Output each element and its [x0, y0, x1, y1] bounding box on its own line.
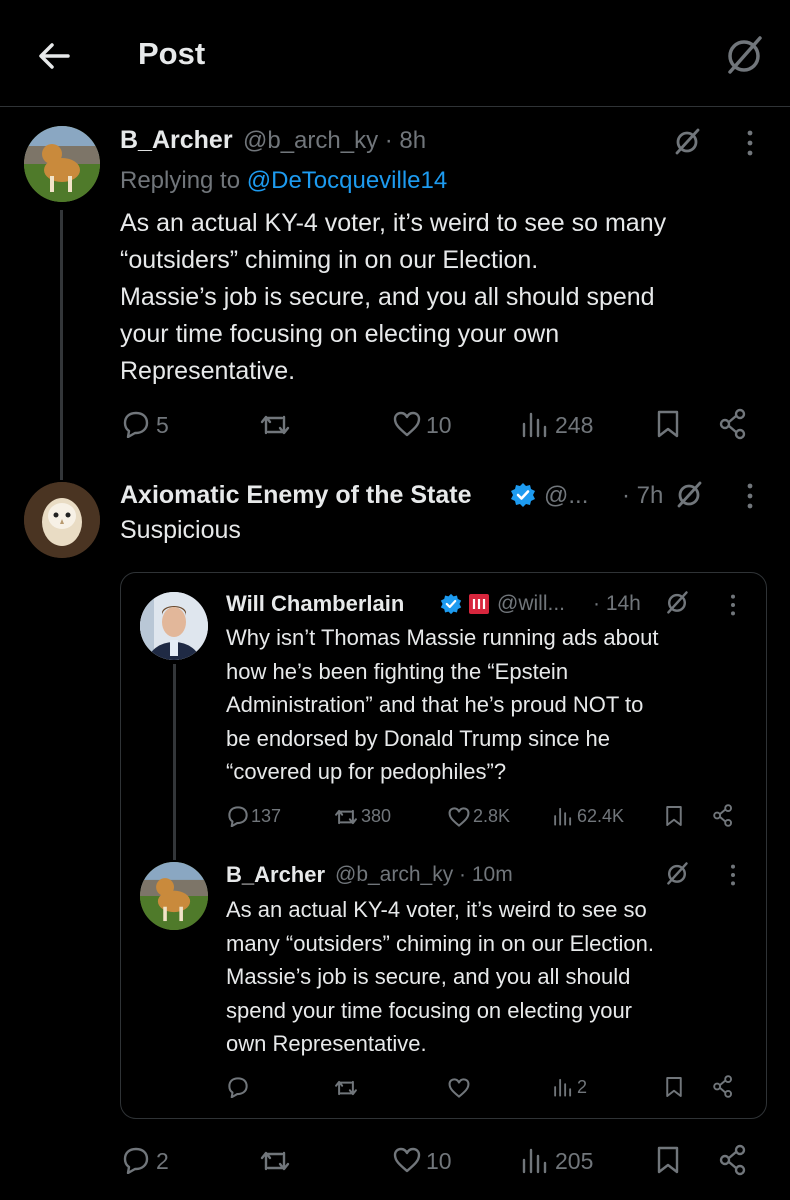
reply-icon[interactable]: [227, 1076, 249, 1098]
bookmark-icon[interactable]: [665, 804, 683, 828]
dog-avatar-icon: [140, 862, 208, 930]
post-text: Suspicious: [120, 516, 241, 544]
avatar[interactable]: [140, 592, 208, 660]
repost-icon[interactable]: [258, 411, 292, 439]
reply-icon[interactable]: [122, 1146, 150, 1174]
back-arrow-icon[interactable]: [36, 38, 72, 74]
grok-icon[interactable]: [674, 479, 704, 509]
person-avatar-icon: [140, 592, 208, 660]
view-count: 2: [577, 1077, 588, 1097]
replying-to-handle[interactable]: @DeTocqueville14: [247, 167, 447, 194]
author-name[interactable]: Axiomatic Enemy of the State: [120, 481, 471, 510]
timestamp[interactable]: · 7h: [622, 482, 663, 510]
author-name[interactable]: Will Chamberlain: [226, 591, 404, 617]
like-icon[interactable]: [447, 1077, 471, 1099]
reply-icon[interactable]: [227, 805, 249, 827]
handle[interactable]: @will...: [497, 592, 565, 616]
owl-avatar-icon: [24, 482, 100, 558]
reply-count: 5: [156, 412, 169, 438]
reply-icon[interactable]: [122, 410, 150, 438]
more-options-icon[interactable]: [744, 481, 756, 511]
grok-icon[interactable]: [664, 860, 690, 886]
share-icon[interactable]: [712, 803, 734, 828]
views-icon[interactable]: [521, 1146, 549, 1174]
like-count: 10: [426, 1148, 452, 1174]
bookmark-icon[interactable]: [665, 1075, 683, 1099]
reply-count: 137: [251, 806, 282, 826]
share-icon[interactable]: [712, 1074, 734, 1099]
bookmark-icon[interactable]: [656, 409, 680, 439]
handle-time[interactable]: @b_arch_ky · 8h: [243, 127, 426, 155]
avatar[interactable]: [24, 126, 100, 202]
views-icon[interactable]: [553, 1077, 573, 1097]
top-bar: Post: [0, 0, 790, 107]
views-icon[interactable]: [553, 806, 573, 826]
repost-icon[interactable]: [258, 1147, 292, 1175]
post-text: Why isn’t Thomas Massie running ads abou…: [226, 625, 659, 784]
repost-count: 380: [361, 806, 392, 826]
grok-icon[interactable]: [722, 32, 766, 76]
share-icon[interactable]: [718, 408, 748, 440]
more-options-icon[interactable]: [744, 128, 756, 158]
views-icon[interactable]: [521, 410, 549, 438]
replying-to: Replying to @DeTocqueville14: [120, 167, 447, 195]
thread-line: [173, 664, 176, 860]
bookmark-icon[interactable]: [656, 1145, 680, 1175]
post-text: As an actual KY-4 voter, it’s weird to s…: [120, 209, 667, 385]
handle[interactable]: @...: [544, 482, 588, 510]
verified-badge-icon: [511, 483, 535, 507]
reply-count: 2: [156, 1148, 169, 1174]
post-text: As an actual KY-4 voter, it’s weird to s…: [226, 897, 654, 1056]
more-options-icon[interactable]: [728, 592, 738, 618]
like-count: 10: [426, 412, 452, 438]
verified-badge-icon: [440, 593, 462, 615]
timestamp[interactable]: · 14h: [593, 592, 641, 616]
handle-time[interactable]: @b_arch_ky · 10m: [335, 863, 513, 887]
replying-prefix: Replying to: [120, 167, 241, 194]
repost-icon[interactable]: [333, 1077, 359, 1099]
avatar[interactable]: [140, 862, 208, 930]
view-count: 248: [555, 412, 594, 438]
like-count: 2.8K: [473, 806, 511, 826]
repost-icon[interactable]: [333, 806, 359, 828]
grok-icon[interactable]: [664, 589, 690, 615]
like-icon[interactable]: [392, 410, 422, 438]
view-count: 205: [555, 1148, 594, 1174]
avatar[interactable]: [24, 482, 100, 558]
like-icon[interactable]: [447, 806, 471, 828]
author-name[interactable]: B_Archer: [226, 862, 325, 888]
affiliate-badge-icon: [469, 594, 489, 614]
dog-avatar-icon: [24, 126, 100, 202]
view-count: 62.4K: [577, 806, 625, 826]
share-icon[interactable]: [718, 1144, 748, 1176]
grok-icon[interactable]: [672, 126, 702, 156]
page-title: Post: [138, 36, 206, 71]
like-icon[interactable]: [392, 1146, 422, 1174]
thread-line: [60, 210, 63, 480]
author-name[interactable]: B_Archer: [120, 126, 233, 155]
more-options-icon[interactable]: [728, 862, 738, 888]
